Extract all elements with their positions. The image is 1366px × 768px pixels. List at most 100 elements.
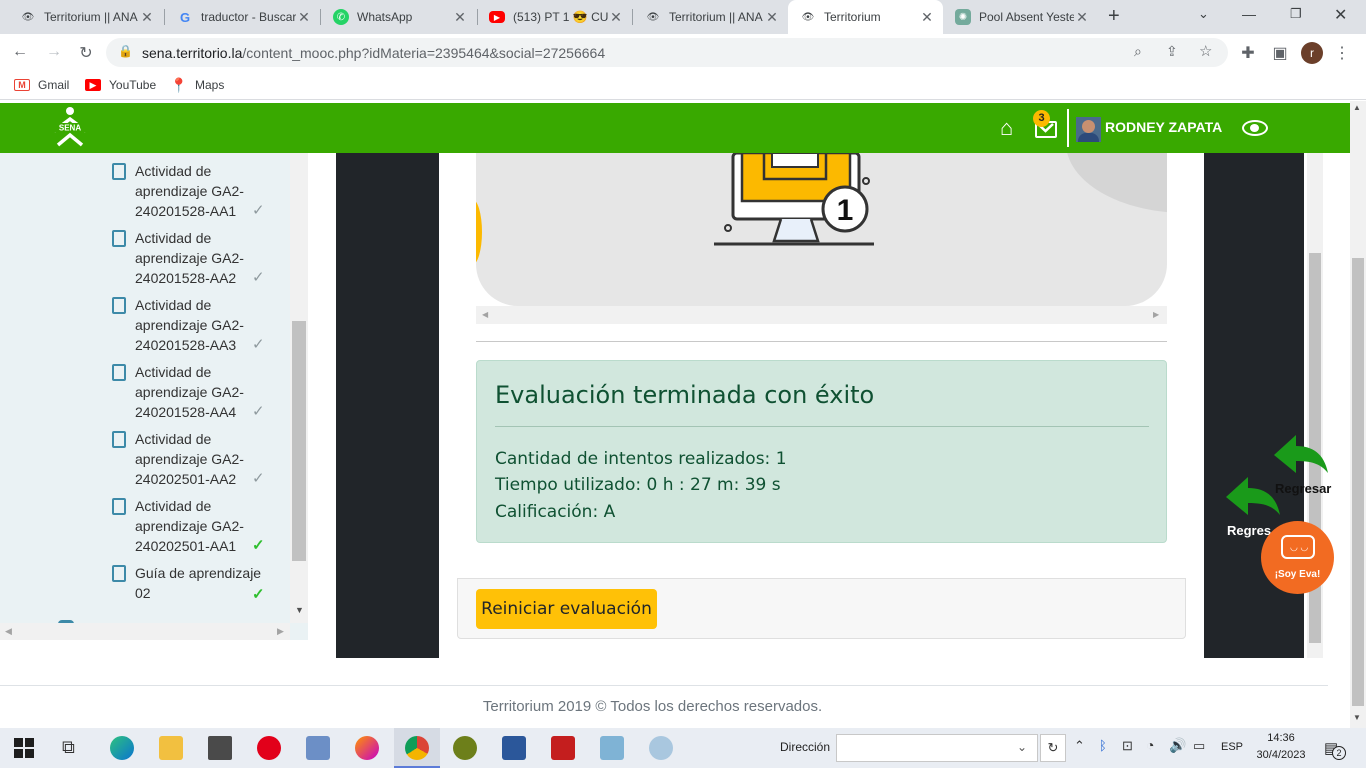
check-icon: ✓ <box>252 202 265 219</box>
chrome-icon[interactable] <box>405 736 429 760</box>
robot-face-icon: ◡ ◡ <box>1281 535 1315 559</box>
acrobat-icon[interactable] <box>551 736 575 760</box>
extensions-icon[interactable]: ✚ <box>1238 43 1258 63</box>
zoom-icon[interactable]: ⌕ <box>1134 43 1142 60</box>
lock-icon[interactable]: 🔒 <box>118 44 133 58</box>
close-tab-icon[interactable]: ✕ <box>452 9 468 26</box>
sidebar-item[interactable]: Actividad de aprendizaje GA2-240202501-A… <box>112 429 282 491</box>
sidebar-item[interactable]: Actividad de aprendizaje GA2-240201528-A… <box>112 161 282 223</box>
sidebar-hscrollbar[interactable]: ◀ ▶ <box>0 623 290 640</box>
browser-tab[interactable]: 👁 Territorium || ANA ✕ <box>8 0 163 34</box>
start-tile <box>14 749 23 758</box>
clock-time[interactable]: 14:36 <box>1256 732 1306 744</box>
scroll-down-arrow-icon[interactable]: ▼ <box>1353 713 1361 722</box>
scroll-left-arrow-icon[interactable]: ◀ <box>5 626 12 637</box>
yellow-circle-decoration <box>476 199 482 265</box>
app-icon[interactable] <box>306 736 330 760</box>
maps-icon: 📍 <box>170 76 188 93</box>
bookmark-star-icon[interactable]: ☆ <box>1199 42 1212 60</box>
device-icon[interactable]: ⊡ <box>1122 738 1133 754</box>
firefox-icon[interactable] <box>355 736 379 760</box>
close-window-icon[interactable]: ✕ <box>1334 5 1347 25</box>
back-icon[interactable]: ← <box>10 43 30 61</box>
browser-tab[interactable]: G traductor - Buscar ✕ <box>165 0 320 34</box>
browser-tab[interactable]: ▶ (513) PT 1 😎 CU ✕ <box>477 0 632 34</box>
time-text: Tiempo utilizado: 0 h : 27 m: 39 s <box>495 475 781 495</box>
new-tab-icon[interactable]: + <box>1108 5 1120 28</box>
user-avatar[interactable] <box>1076 117 1101 142</box>
sidebar-item[interactable]: Actividad de aprendizaje GA2-240202501-A… <box>112 496 282 558</box>
word-icon[interactable] <box>502 736 526 760</box>
windows-start-icon[interactable] <box>14 738 34 758</box>
share-icon[interactable]: ⇪ <box>1166 43 1178 60</box>
minimize-icon[interactable]: — <box>1242 6 1256 22</box>
taskbar-active-app[interactable] <box>394 728 440 768</box>
bookmark-youtube[interactable]: ▶ YouTube <box>85 78 156 92</box>
sidebar-item[interactable]: Actividad de aprendizaje GA2-240201528-A… <box>112 228 282 290</box>
app-icon[interactable] <box>453 736 477 760</box>
scroll-down-arrow-icon[interactable]: ▼ <box>295 605 304 615</box>
close-tab-icon[interactable]: ✕ <box>764 9 780 26</box>
sidebar-item[interactable]: Guía de aprendizaje 02 ✓ <box>112 563 282 607</box>
scroll-right-arrow-icon[interactable]: ▶ <box>277 626 284 637</box>
mail-app-icon[interactable] <box>208 736 232 760</box>
app-icon[interactable] <box>600 736 624 760</box>
restart-evaluation-button[interactable]: Reiniciar evaluación <box>476 589 657 629</box>
sena-logo[interactable]: SENA <box>48 105 92 147</box>
menu-icon[interactable]: ⋮ <box>1332 43 1352 63</box>
tab-search-icon[interactable]: ⌄ <box>1198 6 1209 22</box>
address-bar[interactable]: 🔒 sena.territorio.la/content_mooc.php?id… <box>106 38 1228 67</box>
language-indicator[interactable]: ESP <box>1221 741 1243 753</box>
bookmark-maps[interactable]: 📍 Maps <box>170 76 224 93</box>
restore-icon[interactable]: ❐ <box>1290 6 1302 22</box>
sidebar-item[interactable]: Actividad de aprendizaje GA2-240201528-A… <box>112 295 282 357</box>
close-tab-icon[interactable]: ✕ <box>139 9 155 26</box>
opera-icon[interactable] <box>257 736 281 760</box>
close-tab-icon[interactable]: ✕ <box>919 9 935 26</box>
close-tab-icon[interactable]: ✕ <box>608 9 624 26</box>
task-view-icon[interactable]: ⧉ <box>62 737 75 758</box>
refresh-icon[interactable]: ↻ <box>1040 734 1066 762</box>
footer-divider <box>0 685 1328 686</box>
home-icon[interactable]: ⌂ <box>1000 117 1013 139</box>
reload-icon[interactable]: ↻ <box>76 43 96 63</box>
eva-chatbot-button[interactable]: ◡ ◡ ¡Soy Eva! <box>1261 521 1334 594</box>
page-scrollbar[interactable]: ▲ ▼ <box>1350 101 1366 728</box>
browser-tab-active[interactable]: 👁 Territorium ✕ <box>788 0 943 34</box>
bookmark-gmail[interactable]: M Gmail <box>14 78 69 92</box>
chevron-down-icon[interactable]: ⌄ <box>1017 740 1027 754</box>
page-scroll-thumb[interactable] <box>1352 258 1364 706</box>
browser-tab[interactable]: ✆ WhatsApp ✕ <box>321 0 476 34</box>
profile-avatar[interactable]: r <box>1301 42 1323 64</box>
file-explorer-icon[interactable] <box>159 736 183 760</box>
paint-icon[interactable] <box>649 736 673 760</box>
back-arrow-icon[interactable] <box>1224 475 1282 519</box>
volume-icon[interactable]: 🔊 <box>1169 737 1186 754</box>
side-panel-icon[interactable]: ▣ <box>1270 43 1290 63</box>
browser-tab[interactable]: ✺ Pool Absent Yester ✕ <box>943 0 1098 34</box>
scroll-right-arrow-icon[interactable]: ▶ <box>1153 310 1159 319</box>
sidebar-scroll-thumb[interactable] <box>292 321 306 561</box>
forward-icon[interactable]: → <box>44 43 64 61</box>
back-arrow-icon[interactable] <box>1272 433 1330 477</box>
close-tab-icon[interactable]: ✕ <box>296 9 312 26</box>
tray-up-icon[interactable]: ⌃ <box>1074 738 1085 754</box>
edge-icon[interactable] <box>110 736 134 760</box>
back-label[interactable]: Regres <box>1227 523 1271 538</box>
sidebar-scrollbar[interactable]: ▼ <box>290 153 308 623</box>
close-tab-icon[interactable]: ✕ <box>1074 9 1090 26</box>
wifi-icon[interactable]: ◔ <box>1146 737 1154 753</box>
sidebar-item[interactable]: Actividad de aprendizaje GA2-240201528-A… <box>112 362 282 424</box>
scroll-left-arrow-icon[interactable]: ◀ <box>482 310 488 319</box>
user-name[interactable]: RODNEY ZAPATA <box>1105 119 1222 135</box>
browser-tab[interactable]: 👁 Territorium || ANA ✕ <box>633 0 788 34</box>
battery-icon[interactable]: ▭ <box>1193 738 1205 754</box>
clock-date[interactable]: 30/4/2023 <box>1252 749 1310 761</box>
illustration-hscrollbar[interactable]: ◀ ▶ <box>476 306 1167 324</box>
back-label[interactable]: Regresar <box>1275 481 1331 496</box>
scroll-up-arrow-icon[interactable]: ▲ <box>1353 103 1361 112</box>
svg-text:SENA: SENA <box>59 124 81 133</box>
address-toolbar-input[interactable]: ⌄ <box>836 734 1038 762</box>
bluetooth-icon[interactable]: ᛒ <box>1099 738 1107 753</box>
accessibility-eye-icon[interactable] <box>1242 120 1268 136</box>
